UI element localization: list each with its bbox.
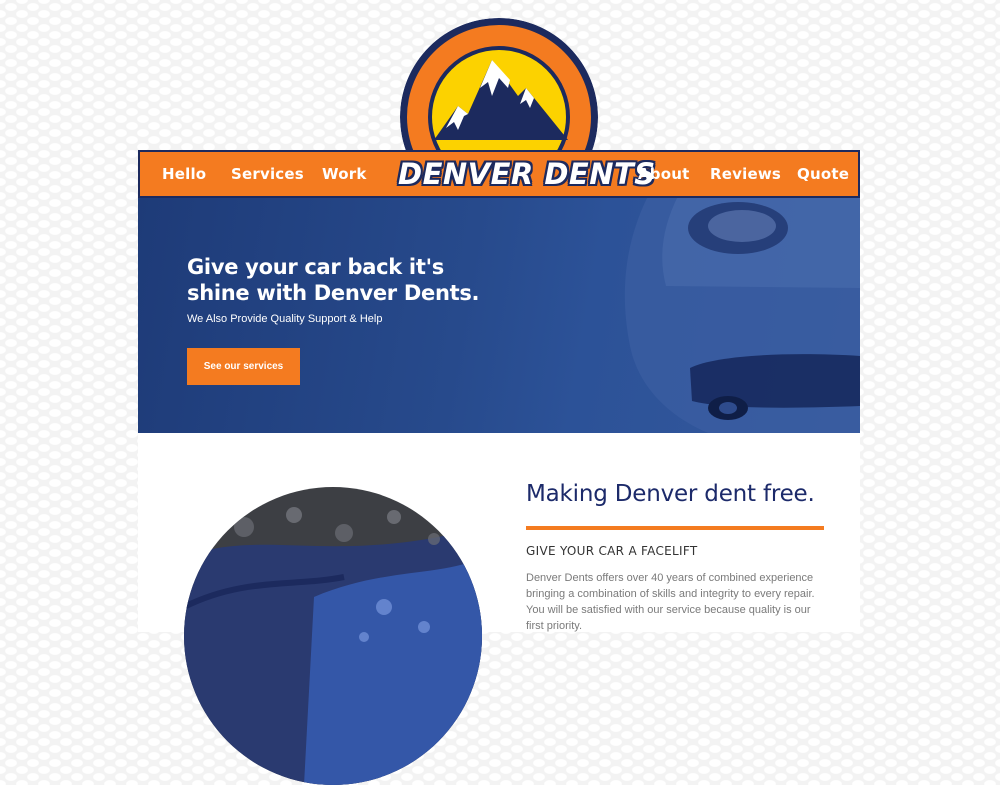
about-eyebrow: GIVE YOUR CAR A FACELIFT [526, 544, 698, 558]
brand-wordmark[interactable]: DENVER DENTS [398, 156, 656, 192]
about-heading: Making Denver dent free. [526, 481, 815, 507]
see-services-button[interactable]: See our services [187, 348, 300, 385]
hero-subtitle: We Also Provide Quality Support & Help [187, 313, 383, 325]
car-headlight-image [624, 196, 860, 433]
nav-link-reviews[interactable]: Reviews [710, 152, 781, 196]
nav-link-quote[interactable]: Quote [797, 152, 849, 196]
nav-link-work[interactable]: Work [322, 152, 367, 196]
about-body-text: Denver Dents offers over 40 years of com… [526, 572, 815, 632]
main-nav: Hello Services Work DENVER DENTS About R… [138, 150, 860, 198]
nav-link-services[interactable]: Services [231, 152, 304, 196]
nav-link-about[interactable]: About [638, 152, 690, 196]
hero-title: Give your car back it's shine with Denve… [187, 255, 480, 305]
orange-divider [526, 526, 824, 530]
dented-car-photo [184, 487, 482, 785]
site-container: Hello Services Work DENVER DENTS About R… [138, 0, 860, 785]
nav-link-hello[interactable]: Hello [162, 152, 206, 196]
about-section: Making Denver dent free. GIVE YOUR CAR A… [138, 433, 860, 785]
hero-section: Give your car back it's shine with Denve… [138, 196, 860, 433]
